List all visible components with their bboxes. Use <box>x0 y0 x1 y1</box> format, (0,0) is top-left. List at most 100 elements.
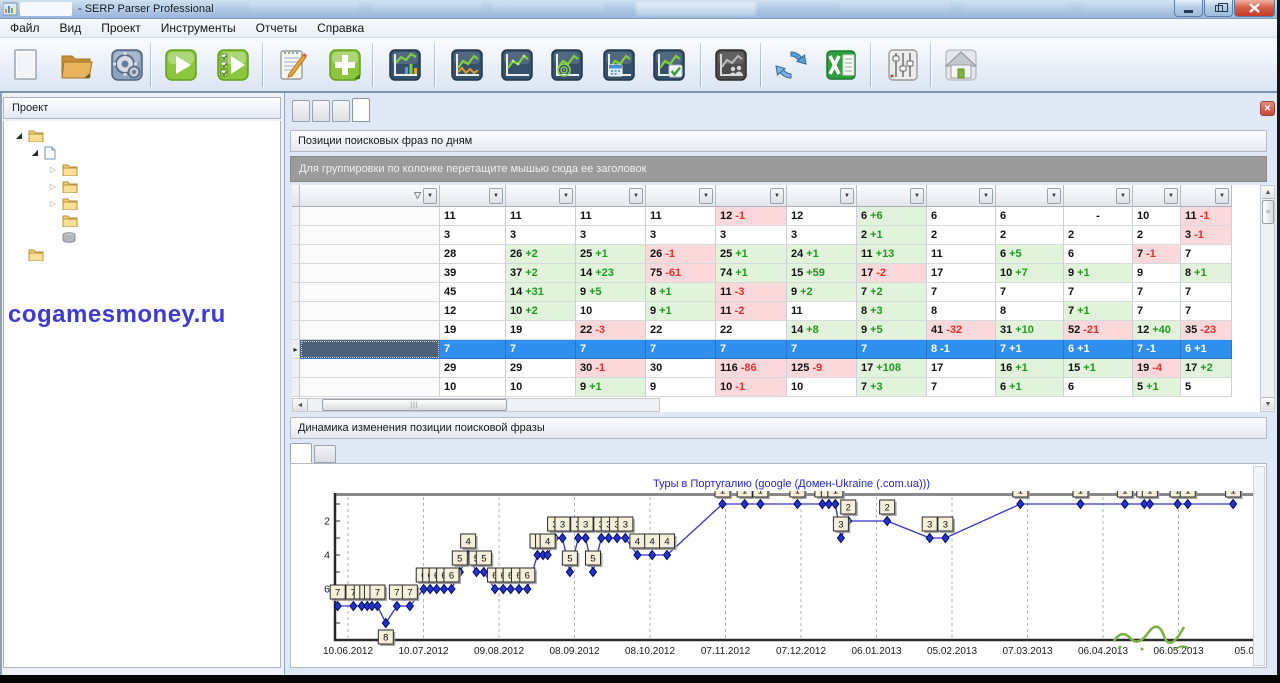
edit-notes-button[interactable] <box>272 42 314 88</box>
column-dropdown-icon[interactable]: ▼ <box>1215 188 1229 204</box>
column-header-date-2[interactable]: ▼ <box>576 185 646 207</box>
position-cell[interactable]: 11 <box>506 207 576 226</box>
position-cell[interactable]: 125-9 <box>787 359 857 378</box>
position-cell[interactable]: 19 <box>506 321 576 340</box>
position-cell[interactable]: 5+1 <box>1133 378 1181 397</box>
menu-1[interactable]: Вид <box>50 19 92 37</box>
scrollbar-thumb[interactable]: ||| <box>322 399 507 411</box>
document-tab-3[interactable] <box>352 98 370 122</box>
column-dropdown-icon[interactable]: ▼ <box>1116 188 1130 204</box>
column-header-date-6[interactable]: ▼ <box>857 185 927 207</box>
position-cell[interactable]: 116-86 <box>716 359 787 378</box>
position-cell[interactable]: 9 <box>1133 264 1181 283</box>
position-cell[interactable]: 39 <box>440 264 506 283</box>
position-cell[interactable]: 29 <box>440 359 506 378</box>
phrase-cell[interactable] <box>300 359 440 378</box>
phrase-cell[interactable] <box>300 283 440 302</box>
dynamics-tab-1[interactable] <box>314 445 336 463</box>
position-cell[interactable]: 17+108 <box>857 359 927 378</box>
position-cell[interactable]: 22 <box>716 321 787 340</box>
position-cell[interactable]: 7 <box>787 340 857 359</box>
position-cell[interactable]: 6 <box>1064 378 1133 397</box>
column-dropdown-icon[interactable]: ▼ <box>559 188 573 204</box>
document-tab-2[interactable] <box>332 100 350 122</box>
position-cell[interactable]: 7 <box>716 340 787 359</box>
grid-row-9[interactable]: 10109+1910-1107+376+165+15 <box>292 378 1232 397</box>
phrase-cell[interactable] <box>300 226 440 245</box>
tree-item-1[interactable]: ◢ <box>30 144 61 161</box>
position-cell[interactable]: 10+7 <box>996 264 1064 283</box>
tree-item-6[interactable] <box>48 229 81 246</box>
document-tab-1[interactable] <box>312 100 330 122</box>
grid-row-0[interactable]: 1111111112-1126+666-1011-1 <box>292 207 1232 226</box>
position-cell[interactable]: 7 <box>857 340 927 359</box>
position-cell[interactable]: 19 <box>440 321 506 340</box>
position-cell[interactable]: 11-2 <box>716 302 787 321</box>
position-cell[interactable]: 14+31 <box>506 283 576 302</box>
position-cell[interactable]: 7 <box>996 283 1064 302</box>
position-cell[interactable]: 17-2 <box>857 264 927 283</box>
position-cell[interactable]: 8+1 <box>646 283 716 302</box>
column-header-date-9[interactable]: ▼ <box>1064 185 1133 207</box>
column-header-date-8[interactable]: ▼ <box>996 185 1064 207</box>
position-cell[interactable]: 7+1 <box>996 340 1064 359</box>
grid-row-4[interactable]: 4514+319+58+111-39+27+277777 <box>292 283 1232 302</box>
column-dropdown-icon[interactable]: ▼ <box>770 188 784 204</box>
phrase-cell[interactable] <box>300 207 440 226</box>
position-cell[interactable]: 17 <box>927 264 996 283</box>
column-dropdown-icon[interactable]: ▼ <box>979 188 993 204</box>
expander-closed-icon[interactable]: ▷ <box>48 165 58 174</box>
position-cell[interactable]: 19-4 <box>1133 359 1181 378</box>
column-header-date-0[interactable]: ▼ <box>440 185 506 207</box>
position-cell[interactable]: 7+3 <box>857 378 927 397</box>
chart-scrollbar[interactable] <box>1253 466 1265 666</box>
position-cell[interactable]: 31+10 <box>996 321 1064 340</box>
position-cell[interactable]: 5 <box>1181 378 1232 397</box>
grid-horizontal-scrollbar[interactable]: ◄ ||| <box>292 398 660 412</box>
position-cell[interactable]: 26-1 <box>646 245 716 264</box>
phrase-cell[interactable] <box>300 378 440 397</box>
position-cell[interactable]: 28 <box>440 245 506 264</box>
chart-target-button[interactable] <box>546 42 588 88</box>
position-cell[interactable]: 11 <box>787 302 857 321</box>
position-cell[interactable]: 11-1 <box>1181 207 1232 226</box>
position-cell[interactable]: 3 <box>716 226 787 245</box>
position-cell[interactable]: 9+1 <box>1064 264 1133 283</box>
position-cell[interactable]: 10 <box>1133 207 1181 226</box>
tree-item-0[interactable]: ◢ <box>14 127 49 144</box>
position-cell[interactable]: 22-3 <box>576 321 646 340</box>
column-dropdown-icon[interactable]: ▼ <box>1047 188 1061 204</box>
position-cell[interactable]: 6 <box>927 207 996 226</box>
menu-4[interactable]: Отчеты <box>246 19 307 37</box>
position-cell[interactable]: 8+1 <box>1181 264 1232 283</box>
position-cell[interactable]: 52-21 <box>1064 321 1133 340</box>
position-cell[interactable]: 11+13 <box>857 245 927 264</box>
position-cell[interactable]: 12 <box>440 302 506 321</box>
position-cell[interactable]: 14+8 <box>787 321 857 340</box>
chart-calendar-button[interactable] <box>598 42 640 88</box>
tab-close-button[interactable]: ✕ <box>1260 101 1275 116</box>
grid-row-1[interactable]: 3333332+122223-1 <box>292 226 1232 245</box>
grid-vertical-scrollbar[interactable]: ▲ ≡ ▼ <box>1260 185 1275 412</box>
column-header-phrase[interactable]: ▽▼ <box>300 185 440 207</box>
grid-row-2[interactable]: 2826+225+126-125+124+111+13116+567-17 <box>292 245 1232 264</box>
position-cell[interactable]: 25+1 <box>576 245 646 264</box>
new-project-button[interactable] <box>4 42 46 88</box>
position-cell[interactable]: 8 <box>927 302 996 321</box>
position-cell[interactable]: 12-1 <box>716 207 787 226</box>
column-dropdown-icon[interactable]: ▼ <box>489 188 503 204</box>
position-cell[interactable]: 7 <box>1133 302 1181 321</box>
position-cell[interactable]: 15+1 <box>1064 359 1133 378</box>
grid-row-5[interactable]: 1210+2109+111-2118+3887+177 <box>292 302 1232 321</box>
position-cell[interactable]: 7 <box>1133 283 1181 302</box>
column-header-date-3[interactable]: ▼ <box>646 185 716 207</box>
tree-item-5[interactable] <box>48 212 83 229</box>
position-cell[interactable]: 8-1 <box>927 340 996 359</box>
position-cell[interactable]: 2 <box>927 226 996 245</box>
position-cell[interactable]: 3 <box>576 226 646 245</box>
run-button[interactable] <box>160 42 202 88</box>
expander-open-icon[interactable]: ◢ <box>30 148 40 157</box>
position-cell[interactable]: 7-1 <box>1133 245 1181 264</box>
position-cell[interactable]: 7 <box>927 378 996 397</box>
position-cell[interactable]: 10 <box>576 302 646 321</box>
